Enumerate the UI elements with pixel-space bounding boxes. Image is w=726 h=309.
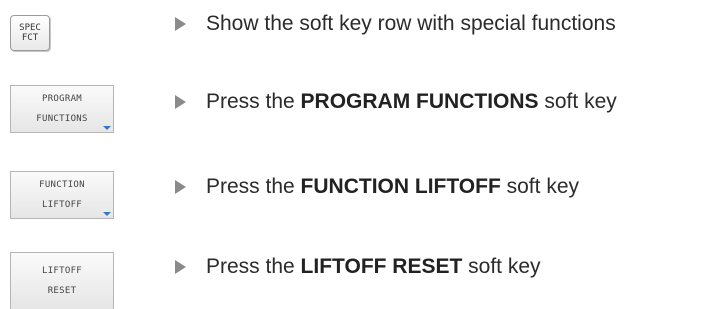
key-label-line-1: FUNCTION: [39, 180, 85, 190]
step-text-before: Press the: [206, 90, 301, 113]
arrow-bullet-icon: [175, 95, 186, 109]
step-text-before: Press the: [206, 255, 301, 278]
arrow-bullet-icon: [175, 260, 186, 274]
key-label-line-1: SPEC: [19, 23, 41, 33]
step-text-bold: PROGRAM FUNCTIONS: [300, 90, 539, 113]
submenu-indicator-icon: [103, 212, 111, 216]
arrow-bullet-icon: [175, 180, 186, 194]
key-label-line-2: FUNCTIONS: [36, 114, 88, 124]
step-text: Show the soft key row with special funct…: [206, 12, 616, 36]
spec-fct-key[interactable]: SPEC FCT: [10, 15, 50, 51]
step-text-content: Show the soft key row with special funct…: [206, 12, 616, 35]
step-text: Press the PROGRAM FUNCTIONS soft key: [206, 90, 617, 114]
key-label-line-2: LIFTOFF: [41, 200, 83, 210]
submenu-indicator-icon: [103, 126, 111, 130]
step-text-bold: LIFTOFF RESET: [300, 255, 463, 278]
program-functions-softkey[interactable]: PROGRAM FUNCTIONS: [10, 85, 114, 133]
step-text: Press the LIFTOFF RESET soft key: [206, 255, 541, 279]
liftoff-reset-softkey[interactable]: LIFTOFF RESET: [10, 252, 114, 309]
step-text-after: soft key: [462, 255, 541, 278]
step-text: Press the FUNCTION LIFTOFF soft key: [206, 175, 579, 199]
key-label-line-1: LIFTOFF: [41, 266, 83, 276]
step-text-after: soft key: [500, 175, 579, 198]
function-liftoff-softkey[interactable]: FUNCTION LIFTOFF: [10, 171, 114, 219]
key-label-line-1: PROGRAM: [41, 94, 83, 104]
arrow-bullet-icon: [175, 17, 186, 31]
key-label-line-2: RESET: [47, 286, 77, 296]
step-text-bold: FUNCTION LIFTOFF: [300, 175, 501, 198]
step-text-before: Press the: [206, 175, 301, 198]
key-label-line-2: FCT: [21, 33, 39, 43]
step-text-after: soft key: [538, 90, 617, 113]
